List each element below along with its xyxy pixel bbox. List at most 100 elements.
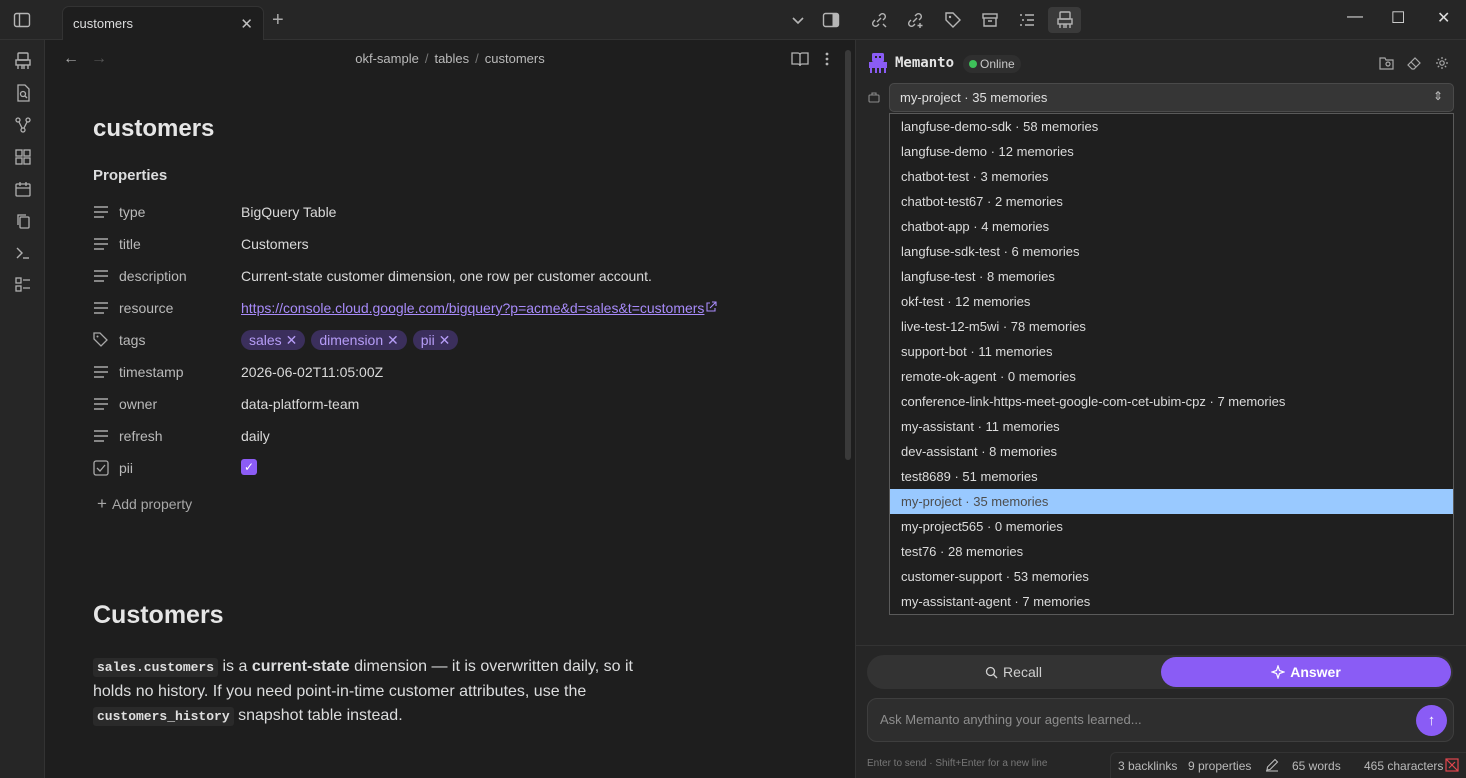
search-file-icon[interactable] [13, 83, 33, 103]
copy-icon[interactable] [13, 211, 33, 231]
property-row-tags[interactable]: tags sales ✕ dimension ✕ pii ✕ [93, 327, 813, 355]
property-key[interactable]: timestamp [119, 364, 184, 380]
project-select[interactable]: my-project · 35 memories ⇕ [889, 83, 1454, 112]
tab-close-icon[interactable]: ✕ [240, 15, 253, 33]
project-option[interactable]: remote-ok-agent · 0 memories [890, 364, 1453, 389]
project-option[interactable]: my-project565 · 0 memories [890, 514, 1453, 539]
breadcrumb-item[interactable]: customers [485, 51, 545, 66]
property-row-resource[interactable]: resource https://console.cloud.google.co… [93, 295, 813, 323]
link-plus-icon[interactable] [905, 10, 925, 30]
project-option[interactable]: chatbot-app · 4 memories [890, 214, 1453, 239]
reading-view-icon[interactable] [791, 51, 809, 70]
memanto-icon[interactable] [1048, 7, 1081, 33]
property-key[interactable]: pii [119, 460, 133, 476]
memanto-icon[interactable] [13, 51, 33, 71]
terminal-icon[interactable] [13, 243, 33, 263]
breadcrumb-item[interactable]: okf-sample [355, 51, 419, 66]
project-option[interactable]: conference-link-https-meet-google-com-ce… [890, 389, 1453, 414]
project-option[interactable]: test76 · 28 memories [890, 539, 1453, 564]
project-option[interactable]: customer-support · 53 memories [890, 564, 1453, 589]
more-options-icon[interactable] [824, 51, 830, 70]
link-off-icon[interactable] [869, 10, 889, 30]
tab-customers[interactable]: customers ✕ [62, 6, 264, 40]
property-row-pii[interactable]: pii ✓ [93, 455, 813, 483]
property-key[interactable]: type [119, 204, 145, 220]
project-icon [868, 91, 880, 107]
pencil-icon[interactable] [1265, 758, 1279, 775]
property-row-refresh[interactable]: refresh daily [93, 423, 813, 451]
send-button[interactable]: ↑ [1416, 705, 1447, 736]
inline-code: sales.customers [93, 658, 219, 677]
pii-checkbox[interactable]: ✓ [241, 459, 257, 475]
project-option[interactable]: my-assistant-agent · 7 memories [890, 589, 1453, 614]
property-value[interactable]: daily [241, 428, 270, 444]
gear-icon[interactable] [1435, 56, 1449, 73]
project-option[interactable]: my-project · 35 memories [890, 489, 1453, 514]
sync-error-icon[interactable] [1445, 758, 1459, 775]
tag-remove-icon[interactable]: ✕ [387, 332, 399, 348]
answer-button[interactable]: Answer [1161, 657, 1451, 687]
project-option[interactable]: langfuse-demo · 12 memories [890, 139, 1453, 164]
minimize-button[interactable]: — [1347, 8, 1363, 26]
editor-scrollbar[interactable] [845, 50, 851, 460]
folder-search-icon[interactable] [1379, 56, 1394, 73]
property-value[interactable]: data-platform-team [241, 396, 359, 412]
property-value[interactable]: 2026-06-02T11:05:00Z [241, 364, 383, 380]
property-key[interactable]: description [119, 268, 187, 284]
list-icon[interactable] [1017, 10, 1037, 30]
calendar-icon[interactable] [13, 179, 33, 199]
project-option[interactable]: support-bot · 11 memories [890, 339, 1453, 364]
project-option[interactable]: test8689 · 51 memories [890, 464, 1453, 489]
project-option[interactable]: langfuse-sdk-test · 6 memories [890, 239, 1453, 264]
property-row-owner[interactable]: owner data-platform-team [93, 391, 813, 419]
new-tab-button[interactable]: + [272, 10, 284, 30]
archive-icon[interactable] [980, 10, 1000, 30]
tag-pill[interactable]: dimension ✕ [311, 330, 407, 350]
answer-label: Answer [1290, 664, 1341, 680]
add-property-button[interactable]: + Add property [97, 494, 192, 514]
properties-count[interactable]: 9 properties [1188, 759, 1251, 773]
graph-icon[interactable] [13, 115, 33, 135]
tag-remove-icon[interactable]: ✕ [286, 332, 298, 348]
close-window-button[interactable]: ✕ [1437, 8, 1450, 28]
maximize-button[interactable]: ☐ [1391, 8, 1405, 28]
property-row-type[interactable]: type BigQuery Table [93, 199, 813, 227]
tag-icon[interactable] [943, 10, 963, 30]
note-title[interactable]: customers [93, 115, 214, 143]
project-option[interactable]: chatbot-test67 · 2 memories [890, 189, 1453, 214]
recall-button[interactable]: Recall [867, 655, 1160, 689]
eraser-icon[interactable] [1407, 56, 1421, 73]
tag-pill[interactable]: sales ✕ [241, 330, 306, 350]
property-key[interactable]: title [119, 236, 141, 252]
project-option[interactable]: live-test-12-m5wi · 78 memories [890, 314, 1453, 339]
grid-icon[interactable] [13, 147, 33, 167]
chevron-down-icon[interactable] [788, 10, 808, 30]
project-option[interactable]: my-assistant · 11 memories [890, 414, 1453, 439]
ask-input[interactable] [880, 712, 1400, 727]
breadcrumb-item[interactable]: tables [434, 51, 469, 66]
property-value[interactable]: BigQuery Table [241, 204, 336, 220]
property-key[interactable]: tags [119, 332, 145, 348]
project-option[interactable]: langfuse-test · 8 memories [890, 264, 1453, 289]
property-row-timestamp[interactable]: timestamp 2026-06-02T11:05:00Z [93, 359, 813, 387]
property-row-title[interactable]: title Customers [93, 231, 813, 259]
project-option[interactable]: okf-test · 12 memories [890, 289, 1453, 314]
property-row-description[interactable]: description Current-state customer dimen… [93, 263, 813, 291]
property-key[interactable]: refresh [119, 428, 163, 444]
split-view-icon[interactable] [821, 10, 841, 30]
sidebar-toggle-icon[interactable] [12, 10, 32, 30]
character-count: 465 characters [1364, 759, 1444, 773]
tag-remove-icon[interactable]: ✕ [439, 332, 451, 348]
project-option[interactable]: langfuse-demo-sdk · 58 memories [890, 114, 1453, 139]
project-option[interactable]: chatbot-test · 3 memories [890, 164, 1453, 189]
property-value[interactable]: Customers [241, 236, 309, 252]
resource-link[interactable]: https://console.cloud.google.com/bigquer… [241, 300, 704, 316]
property-value[interactable]: Current-state customer dimension, one ro… [241, 268, 652, 284]
property-key[interactable]: owner [119, 396, 157, 412]
property-key[interactable]: resource [119, 300, 173, 316]
backlinks-count[interactable]: 3 backlinks [1118, 759, 1177, 773]
left-ribbon [0, 40, 45, 778]
list-layout-icon[interactable] [13, 275, 33, 295]
tag-pill[interactable]: pii ✕ [412, 330, 459, 350]
project-option[interactable]: dev-assistant · 8 memories [890, 439, 1453, 464]
